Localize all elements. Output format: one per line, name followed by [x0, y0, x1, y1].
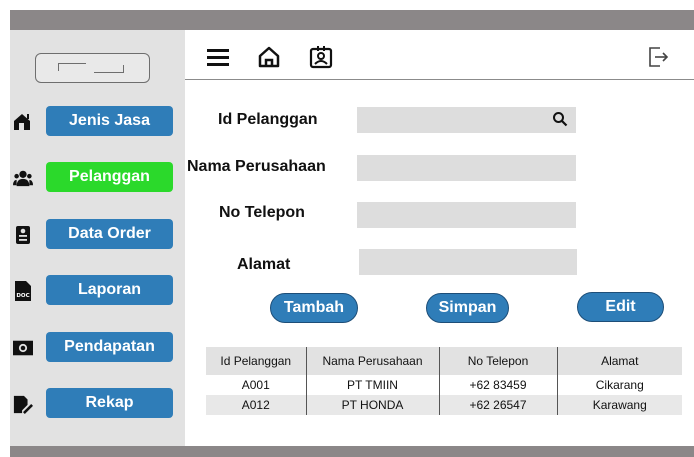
rekap-button[interactable]: Rekap — [46, 388, 173, 418]
sidebar-item-laporan[interactable]: DOC Laporan — [10, 275, 185, 309]
table-row[interactable]: A001 PT TMIIN +62 83459 Cikarang — [206, 375, 682, 395]
jenis-jasa-button[interactable]: Jenis Jasa — [46, 106, 173, 136]
nama-perusahaan-label: Nama Perusahaan — [187, 158, 326, 175]
column-header[interactable]: Nama Perusahaan — [306, 347, 440, 375]
search-icon[interactable] — [552, 111, 568, 130]
logout-icon[interactable] — [645, 44, 671, 70]
customer-table: Id Pelanggan Nama Perusahaan No Telepon … — [206, 347, 682, 415]
id-pelanggan-field[interactable] — [357, 107, 576, 133]
sidebar-item-pelanggan[interactable]: Pelanggan — [10, 162, 185, 196]
main-header — [185, 30, 694, 80]
clipboard-icon — [13, 224, 33, 246]
pendapatan-button[interactable]: Pendapatan — [46, 332, 173, 362]
alamat-label: Alamat — [237, 256, 291, 273]
nama-perusahaan-field[interactable] — [357, 155, 576, 181]
column-header[interactable]: Alamat — [557, 347, 682, 375]
table-cell: +62 26547 — [439, 395, 558, 415]
pelanggan-button[interactable]: Pelanggan — [46, 162, 173, 192]
no-telepon-label: No Telepon — [219, 204, 305, 221]
no-telepon-field[interactable] — [357, 202, 576, 228]
tambah-button[interactable]: Tambah — [270, 293, 358, 323]
alamat-field[interactable] — [359, 249, 577, 275]
menu-icon[interactable] — [205, 44, 231, 70]
home-plus-icon — [13, 111, 33, 133]
sidebar-item-jenis-jasa[interactable]: Jenis Jasa — [10, 106, 185, 140]
window-top — [0, 0, 694, 30]
window-bottom — [10, 446, 694, 457]
table-cell: Karawang — [557, 395, 682, 415]
logo-placeholder — [35, 53, 150, 83]
table-cell: +62 83459 — [439, 375, 558, 395]
data-order-button[interactable]: Data Order — [46, 219, 173, 249]
id-pelanggan-label: Id Pelanggan — [218, 111, 318, 128]
table-cell: PT TMIIN — [306, 375, 440, 395]
table-cell: A001 — [206, 375, 307, 395]
sidebar: Jenis Jasa Pelanggan Data Order DOC Lapo… — [10, 30, 185, 446]
svg-text:DOC: DOC — [16, 293, 29, 299]
table-row[interactable]: A012 PT HONDA +62 26547 Karawang — [206, 395, 682, 415]
users-icon — [13, 167, 33, 189]
edit-button[interactable]: Edit — [577, 292, 664, 322]
table-cell: PT HONDA — [306, 395, 440, 415]
id-card-icon[interactable] — [308, 44, 334, 70]
column-header[interactable]: No Telepon — [439, 347, 558, 375]
laporan-button[interactable]: Laporan — [46, 275, 173, 305]
title-bar — [10, 10, 694, 30]
sidebar-item-data-order[interactable]: Data Order — [10, 219, 185, 253]
edit-doc-icon — [13, 393, 33, 415]
sidebar-item-rekap[interactable]: Rekap — [10, 388, 185, 422]
column-header[interactable]: Id Pelanggan — [206, 347, 307, 375]
doc-file-icon: DOC — [13, 280, 33, 302]
table-cell: A012 — [206, 395, 307, 415]
table-cell: Cikarang — [557, 375, 682, 395]
sidebar-item-pendapatan[interactable]: Pendapatan — [10, 332, 185, 366]
money-icon — [13, 337, 33, 359]
table-header-row: Id Pelanggan Nama Perusahaan No Telepon … — [206, 347, 682, 375]
simpan-button[interactable]: Simpan — [426, 293, 509, 323]
home-icon[interactable] — [256, 44, 282, 70]
